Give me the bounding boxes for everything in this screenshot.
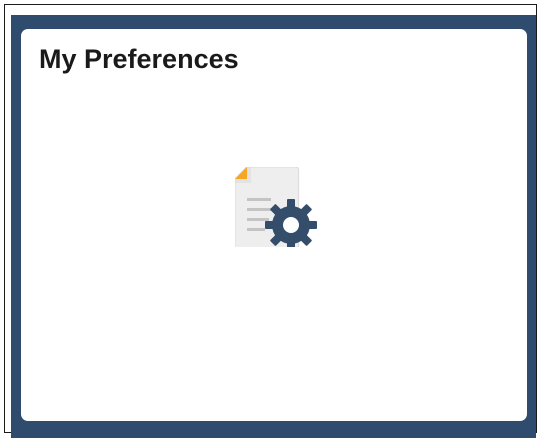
tile-title: My Preferences bbox=[39, 44, 239, 74]
document-gear-icon bbox=[234, 166, 320, 255]
screen: My Preferences bbox=[0, 0, 544, 438]
my-preferences-tile[interactable]: My Preferences bbox=[21, 29, 527, 421]
